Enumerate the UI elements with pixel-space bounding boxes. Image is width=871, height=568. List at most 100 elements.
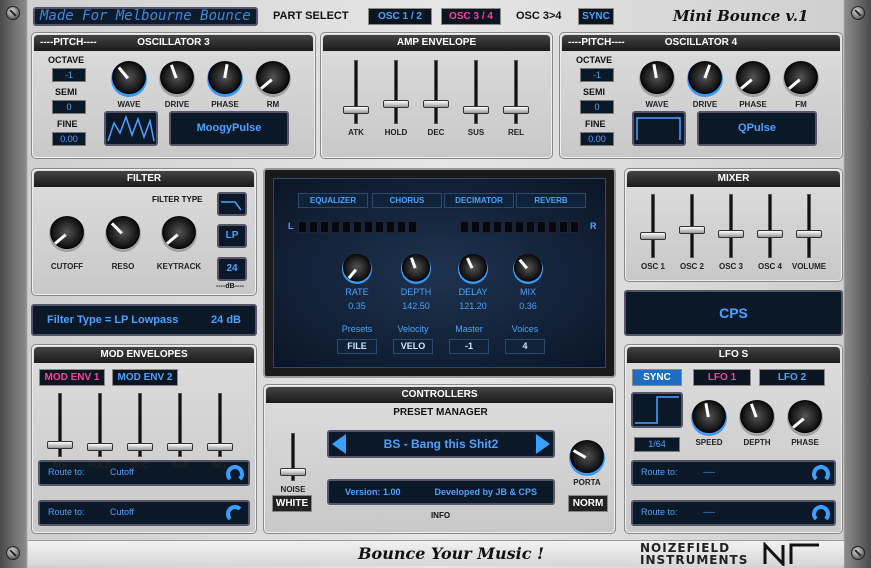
amp-slider-label: HOLD (384, 128, 408, 137)
depth-knob[interactable] (401, 254, 431, 284)
lfo2-tab[interactable]: LFO 2 (759, 369, 825, 386)
tab-reverb[interactable]: REVERB (516, 193, 586, 208)
lfo-depth-knob[interactable] (739, 400, 775, 436)
porta-knob[interactable] (569, 440, 605, 476)
tab-decimator[interactable]: DECIMATOR (444, 193, 514, 208)
osc12-button[interactable]: OSC 1 / 2 (368, 8, 432, 25)
osc4-fine-value[interactable]: 0.00 (580, 132, 614, 146)
tab-chorus[interactable]: CHORUS (372, 193, 442, 208)
lfo-sync-button[interactable]: SYNC (632, 369, 682, 386)
mixer-slider-1[interactable] (679, 194, 705, 258)
porta-mode-button[interactable]: NORM (568, 495, 608, 512)
amp-slider-3[interactable] (463, 60, 489, 124)
mixer-slider-0[interactable] (640, 194, 666, 258)
lfo-route1-amount-icon[interactable] (812, 465, 830, 483)
osc3-rm-label: RM (266, 100, 280, 109)
lfo-route1[interactable]: Route to: ---- (631, 460, 836, 486)
controllers-panel: CONTROLLERS PRESET MANAGER BS - Bang thi… (263, 384, 616, 534)
amp-slider-label: ATK (348, 128, 364, 137)
osc34-button[interactable]: OSC 3 / 4 (441, 8, 501, 25)
amp-slider-2[interactable] (423, 60, 449, 124)
rate-knob[interactable] (342, 254, 372, 284)
cps-display[interactable]: CPS (624, 290, 843, 336)
preset-title-display: Made For Melbourne Bounce (33, 7, 258, 26)
lfo-waveform-display[interactable] (631, 392, 683, 428)
osc4-phase-knob[interactable] (735, 61, 771, 97)
lfo-rate-value[interactable]: 1/64 (634, 437, 680, 452)
lfo-route2-amount-icon[interactable] (812, 505, 830, 523)
next-preset-icon[interactable] (536, 434, 550, 454)
osc3-wave-name[interactable]: MoogyPulse (169, 111, 289, 146)
osc4-semi-value[interactable]: 0 (580, 100, 614, 114)
mixer-slider-3[interactable] (757, 194, 783, 258)
screw-icon (6, 6, 20, 20)
delay-knob[interactable] (458, 254, 488, 284)
prev-preset-icon[interactable] (332, 434, 346, 454)
osc3-wave-knob[interactable] (111, 61, 147, 97)
route2-amount-icon[interactable] (226, 505, 244, 523)
osc3-semi-value[interactable]: 0 (52, 100, 86, 114)
osc3-octave-value[interactable]: -1 (52, 68, 86, 82)
mod-route2[interactable]: Route to: Cutoff (38, 500, 250, 526)
brand-name-line2: INSTRUMENTS (640, 553, 749, 567)
master-value[interactable]: -1 (449, 339, 489, 354)
keytrack-knob[interactable] (161, 216, 197, 252)
mixer-slider-4[interactable] (796, 194, 822, 258)
lfo1-tab[interactable]: LFO 1 (693, 369, 751, 386)
mod-env1-tab[interactable]: MOD ENV 1 (39, 369, 105, 386)
osc3-waveform-display (104, 111, 158, 146)
mixer-slider-label: OSC 1 (640, 262, 665, 271)
amp-slider-0[interactable] (343, 60, 369, 124)
modenv-slider-3[interactable] (167, 393, 193, 457)
osc4-fm-knob[interactable] (783, 61, 819, 97)
osc4-wave-name[interactable]: QPulse (697, 111, 817, 146)
lfo-route1-label: Route to: (641, 467, 678, 477)
osc4-wave-knob[interactable] (639, 61, 675, 97)
filter-db-button[interactable]: 24 (217, 257, 247, 281)
amp-slider-1[interactable] (383, 60, 409, 124)
filter-shape-icon[interactable] (217, 192, 247, 216)
rate-value: 0.35 (348, 301, 366, 311)
osc3-phase-knob[interactable] (207, 61, 243, 97)
lfo-speed-knob[interactable] (691, 400, 727, 436)
filter-status-text: Filter Type = LP Lowpass (47, 314, 179, 326)
modenv-slider-0[interactable] (47, 393, 73, 457)
cutoff-knob[interactable] (49, 216, 85, 252)
modenv-slider-1[interactable] (87, 393, 113, 457)
lfo-route2[interactable]: Route to: ---- (631, 500, 836, 526)
amp-slider-label: REL (508, 128, 524, 137)
modenv-slider-2[interactable] (127, 393, 153, 457)
amp-slider-label: DEC (427, 128, 445, 137)
lfo-phase-knob[interactable] (787, 400, 823, 436)
mixer-slider-2[interactable] (718, 194, 744, 258)
noise-type-button[interactable]: WHITE (272, 495, 312, 512)
mix-knob[interactable] (513, 254, 543, 284)
sync-button[interactable]: SYNC (578, 8, 614, 25)
velocity-button[interactable]: VELO (393, 339, 433, 354)
mixer-title: MIXER (627, 171, 840, 187)
reso-label: RESO (111, 262, 135, 271)
osc3-drive-knob[interactable] (159, 61, 195, 97)
keytrack-label: KEYTRACK (156, 262, 202, 271)
cutoff-label: CUTOFF (50, 262, 84, 271)
voices-value[interactable]: 4 (505, 339, 545, 354)
rate-label: RATE (345, 287, 369, 297)
noise-slider[interactable] (280, 433, 306, 481)
tab-equalizer[interactable]: EQUALIZER (298, 193, 368, 208)
osc4-octave-value[interactable]: -1 (580, 68, 614, 82)
osc3-rm-knob[interactable] (255, 61, 291, 97)
reso-knob[interactable] (105, 216, 141, 252)
osc3-fine-value[interactable]: 0.00 (52, 132, 86, 146)
mixer-slider-label: OSC 2 (679, 262, 704, 271)
osc4-header: ----PITCH---- OSCILLATOR 4 (562, 35, 840, 51)
amp-slider-4[interactable] (503, 60, 529, 124)
lfo-phase-label: PHASE (791, 438, 819, 447)
filter-type-button[interactable]: LP (217, 224, 247, 248)
osc4-pitch-label: ----PITCH---- (568, 37, 625, 48)
mod-env2-tab[interactable]: MOD ENV 2 (112, 369, 178, 386)
top-bar: Made For Melbourne Bounce PART SELECT OS… (28, 3, 844, 29)
presets-button[interactable]: FILE (337, 339, 377, 354)
osc4-drive-knob[interactable] (687, 61, 723, 97)
modenv-slider-label: DEC (131, 461, 149, 470)
modenv-slider-4[interactable] (207, 393, 233, 457)
